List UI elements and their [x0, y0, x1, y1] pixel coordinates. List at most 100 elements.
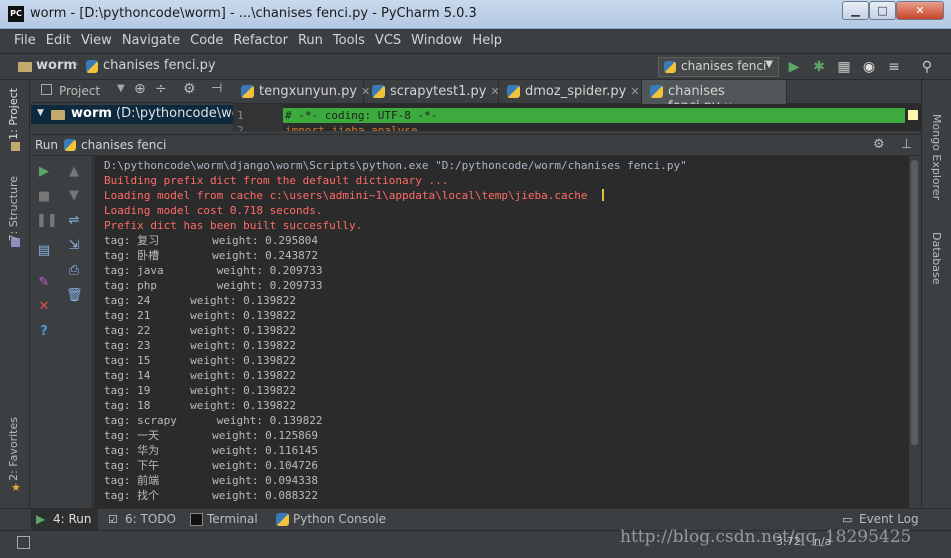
- run-panel-title: Run: [35, 138, 59, 152]
- run-config-select[interactable]: chanises fenci ▼: [658, 57, 779, 77]
- line-number: 1: [237, 109, 244, 122]
- tab-database[interactable]: Database: [930, 232, 943, 285]
- down-arrow-icon[interactable]: ▼: [66, 188, 82, 204]
- menu-edit[interactable]: Edit: [41, 29, 76, 48]
- menu-run[interactable]: Run: [293, 29, 328, 48]
- project-tree: ▼ worm (D:\pythoncode\worm): [31, 103, 233, 131]
- trash-icon[interactable]: 🗑: [66, 288, 83, 304]
- sync-icon[interactable]: ⊕: [134, 81, 146, 97]
- expand-arrow-icon[interactable]: ▼: [37, 108, 44, 118]
- menu-file[interactable]: File: [9, 29, 41, 48]
- python-file-icon: [86, 60, 98, 73]
- tool-windows-toggle-icon[interactable]: [17, 536, 30, 549]
- console-output-line: tag: scrapy weight: 0.139822: [104, 414, 323, 427]
- console-output-line: tag: 18 weight: 0.139822: [104, 399, 297, 412]
- python-icon: [664, 61, 676, 73]
- rerun-icon[interactable]: ▶: [36, 164, 52, 180]
- editor-tab[interactable]: dmoz_spider.py ✕: [499, 80, 642, 104]
- up-arrow-icon[interactable]: ▲: [66, 164, 82, 180]
- menu-bar: File Edit View Navigate Code Refactor Run Tools…: [0, 29, 951, 53]
- menu-code[interactable]: Code: [185, 29, 228, 48]
- console-output-line: tag: 下午 weight: 0.104726: [104, 459, 319, 472]
- tab-terminal[interactable]: Terminal: [185, 509, 264, 530]
- minimize-button[interactable]: ▁: [842, 1, 869, 20]
- run-toolbar: ▶ ■ ❚❚ ▤ ✎ ✕ ? ▲ ▼ ⇌ ⇲ ⎙ 🗑: [31, 156, 93, 508]
- tab-mongo-explorer[interactable]: Mongo Explorer: [930, 114, 943, 200]
- debug-icon[interactable]: ✱: [810, 58, 828, 76]
- console-output-line: tag: 19 weight: 0.139822: [104, 384, 297, 397]
- soft-wrap-icon[interactable]: ⇌: [66, 213, 82, 229]
- menu-navigate[interactable]: Navigate: [117, 29, 185, 48]
- editor-tabs: tengxunyun.py ✕ scrapytest1.py ✕ dmoz_spid…: [233, 80, 921, 114]
- left-tool-strip: 1: Project 7: Structure ★ 2: Favorites: [0, 80, 30, 508]
- console-output-line: tag: 23 weight: 0.139822: [104, 339, 297, 352]
- breadcrumb-project[interactable]: worm: [36, 58, 77, 73]
- tree-root-item[interactable]: ▼ worm (D:\pythoncode\worm): [31, 105, 233, 124]
- tab-run-label: 4: Run: [53, 512, 92, 526]
- console-log-line: Prefix dict has been built succesfully.: [104, 219, 363, 232]
- close-icon[interactable]: ✕: [36, 299, 52, 315]
- stop-icon[interactable]: ■: [36, 189, 52, 205]
- menu-tools[interactable]: Tools: [328, 29, 370, 48]
- text-cursor: [602, 188, 604, 203]
- run-config-tab[interactable]: chanises fenci: [81, 138, 166, 152]
- tree-root-label: worm: [71, 106, 112, 121]
- pin-icon[interactable]: ✎: [36, 275, 52, 291]
- inspection-marker-icon: [908, 110, 918, 120]
- run-icon[interactable]: ▶: [785, 58, 803, 76]
- print-icon[interactable]: ⎙: [66, 263, 82, 279]
- search-icon[interactable]: ⚲: [918, 58, 936, 76]
- console-command: D:\pythoncode\worm\django\worm\Scripts\p…: [104, 159, 687, 172]
- console-output[interactable]: D:\pythoncode\worm\django\worm\Scripts\p…: [94, 156, 909, 508]
- pause-icon[interactable]: ❚❚: [36, 213, 58, 229]
- tab-todo-label: 6: TODO: [125, 512, 176, 526]
- python-file-icon: [241, 85, 254, 98]
- console-output-line: tag: 找个 weight: 0.088322: [104, 489, 319, 502]
- editor-tab-active[interactable]: chanises fenci.py✕: [642, 80, 787, 114]
- console-output-line: tag: 卧槽 weight: 0.243872: [104, 249, 319, 262]
- chevron-down-icon[interactable]: ▼: [117, 83, 125, 94]
- tab-run[interactable]: ▶ 4: Run: [31, 509, 98, 530]
- gear-icon[interactable]: ⚙: [183, 81, 196, 97]
- close-button[interactable]: ✕: [896, 1, 944, 20]
- console-log-line: Building prefix dict from the default di…: [104, 174, 449, 187]
- hide-panel-icon[interactable]: ⊣: [211, 81, 222, 96]
- maximize-button[interactable]: □: [869, 1, 896, 20]
- menu-refactor[interactable]: Refactor: [228, 29, 293, 48]
- hide-panel-icon[interactable]: ⊥: [901, 137, 912, 152]
- tab-project[interactable]: 1: Project: [7, 88, 20, 140]
- gear-icon[interactable]: ⚙: [873, 137, 885, 152]
- console-scrollbar[interactable]: [909, 156, 921, 508]
- menu-window[interactable]: Window: [406, 29, 467, 48]
- terminal-icon: [190, 513, 203, 526]
- breadcrumb-file[interactable]: chanises fenci.py: [103, 58, 216, 73]
- run-config-label: chanises fenci: [681, 59, 767, 73]
- coverage-icon[interactable]: ▦: [835, 58, 853, 76]
- tab-favorites[interactable]: 2: Favorites: [7, 417, 20, 481]
- help-icon[interactable]: ?: [36, 324, 52, 340]
- close-tab-icon[interactable]: ✕: [630, 85, 639, 98]
- layout-icon[interactable]: ▤: [36, 243, 52, 259]
- tab-python-console[interactable]: Python Console: [271, 509, 392, 530]
- scroll-to-end-icon[interactable]: ⇲: [66, 238, 82, 254]
- menu-help[interactable]: Help: [467, 29, 507, 48]
- breadcrumb-separator: ›: [207, 57, 213, 72]
- window-title: worm - [D:\pythoncode\worm] - ...\chanis…: [30, 6, 477, 21]
- collapse-icon[interactable]: ÷: [155, 81, 167, 97]
- run-icon: ▶: [36, 512, 46, 526]
- profile-icon[interactable]: ◉: [860, 58, 878, 76]
- editor-tab[interactable]: scrapytest1.py ✕: [364, 80, 500, 104]
- menu-vcs[interactable]: VCS: [370, 29, 406, 48]
- concurrency-icon[interactable]: ≡: [885, 58, 903, 76]
- project-panel-title[interactable]: Project: [59, 84, 100, 98]
- console-output-line: tag: 一天 weight: 0.125869: [104, 429, 319, 442]
- menu-view[interactable]: View: [76, 29, 117, 48]
- run-panel-header: Run chanises fenci ⚙ ⊥: [31, 134, 921, 156]
- tab-terminal-label: Terminal: [207, 512, 258, 526]
- editor-tab[interactable]: tengxunyun.py ✕: [233, 80, 370, 104]
- tab-structure[interactable]: 7: Structure: [7, 176, 20, 241]
- scrollbar-thumb[interactable]: [911, 160, 918, 445]
- code-editor[interactable]: 1 2 # -*- coding: UTF-8 -*- import jieba…: [233, 104, 921, 131]
- tab-todo[interactable]: ☑ 6: TODO: [103, 509, 182, 530]
- project-panel-header: Project ▼ ⊕ ÷ ⚙ ⊣: [31, 80, 233, 103]
